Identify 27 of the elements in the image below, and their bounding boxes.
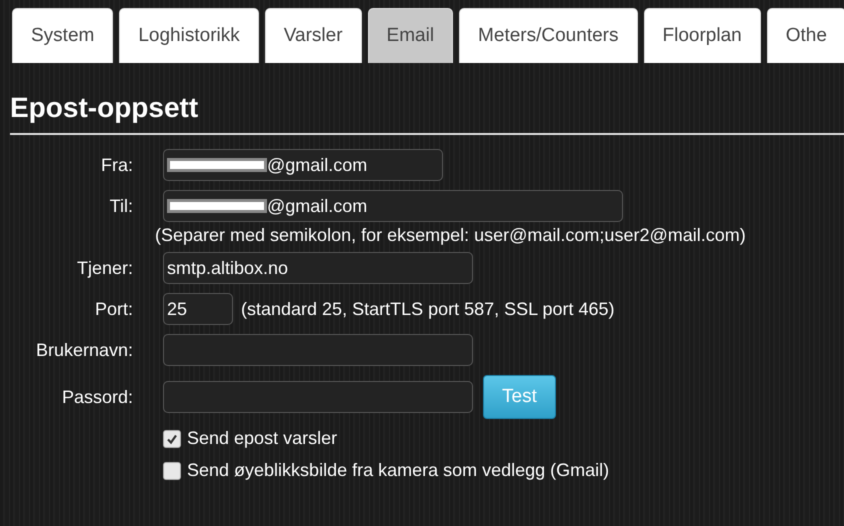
tab[interactable]: Othe	[766, 8, 844, 63]
checkbox[interactable]	[163, 462, 181, 480]
check-icon	[166, 432, 178, 444]
field-label: Brukernavn:	[34, 340, 133, 360]
input-field[interactable]	[163, 381, 473, 413]
input-field[interactable]: 25	[163, 293, 233, 325]
checkbox[interactable]	[163, 430, 181, 448]
tab[interactable]: System	[12, 8, 114, 63]
field-label: Passord:	[60, 386, 133, 408]
checkbox-label: Send epost varsler	[187, 428, 338, 449]
tab[interactable]: Varsler	[264, 8, 362, 63]
section-heading: Epost-oppsett	[10, 91, 844, 135]
tab[interactable]: Meters/Counters	[459, 8, 638, 63]
tab[interactable]: Loghistorikk	[119, 8, 259, 63]
field-label: Tjener:	[76, 258, 133, 278]
field-label: Fra:	[100, 154, 133, 176]
field-label: Port:	[94, 298, 133, 320]
input-field[interactable]: smtp.altibox.no	[163, 252, 473, 284]
input-field[interactable]	[163, 334, 473, 366]
field-label: Til:	[108, 196, 133, 216]
hint-text: (Separer med semikolon, for eksempel: user@mail.com;user2@mail.com)	[155, 225, 746, 246]
port-hint: (standard 25, StartTLS port 587, SSL port 465)	[241, 298, 615, 320]
input-field[interactable]: @gmail.com	[163, 149, 443, 181]
tab[interactable]: Floorplan	[644, 8, 761, 63]
checkbox-label: Send øyeblikksbilde fra kamera som vedlegg (Gmail)	[187, 460, 610, 481]
input-field[interactable]: @gmail.com	[163, 190, 623, 222]
tab[interactable]: Email	[368, 8, 454, 63]
